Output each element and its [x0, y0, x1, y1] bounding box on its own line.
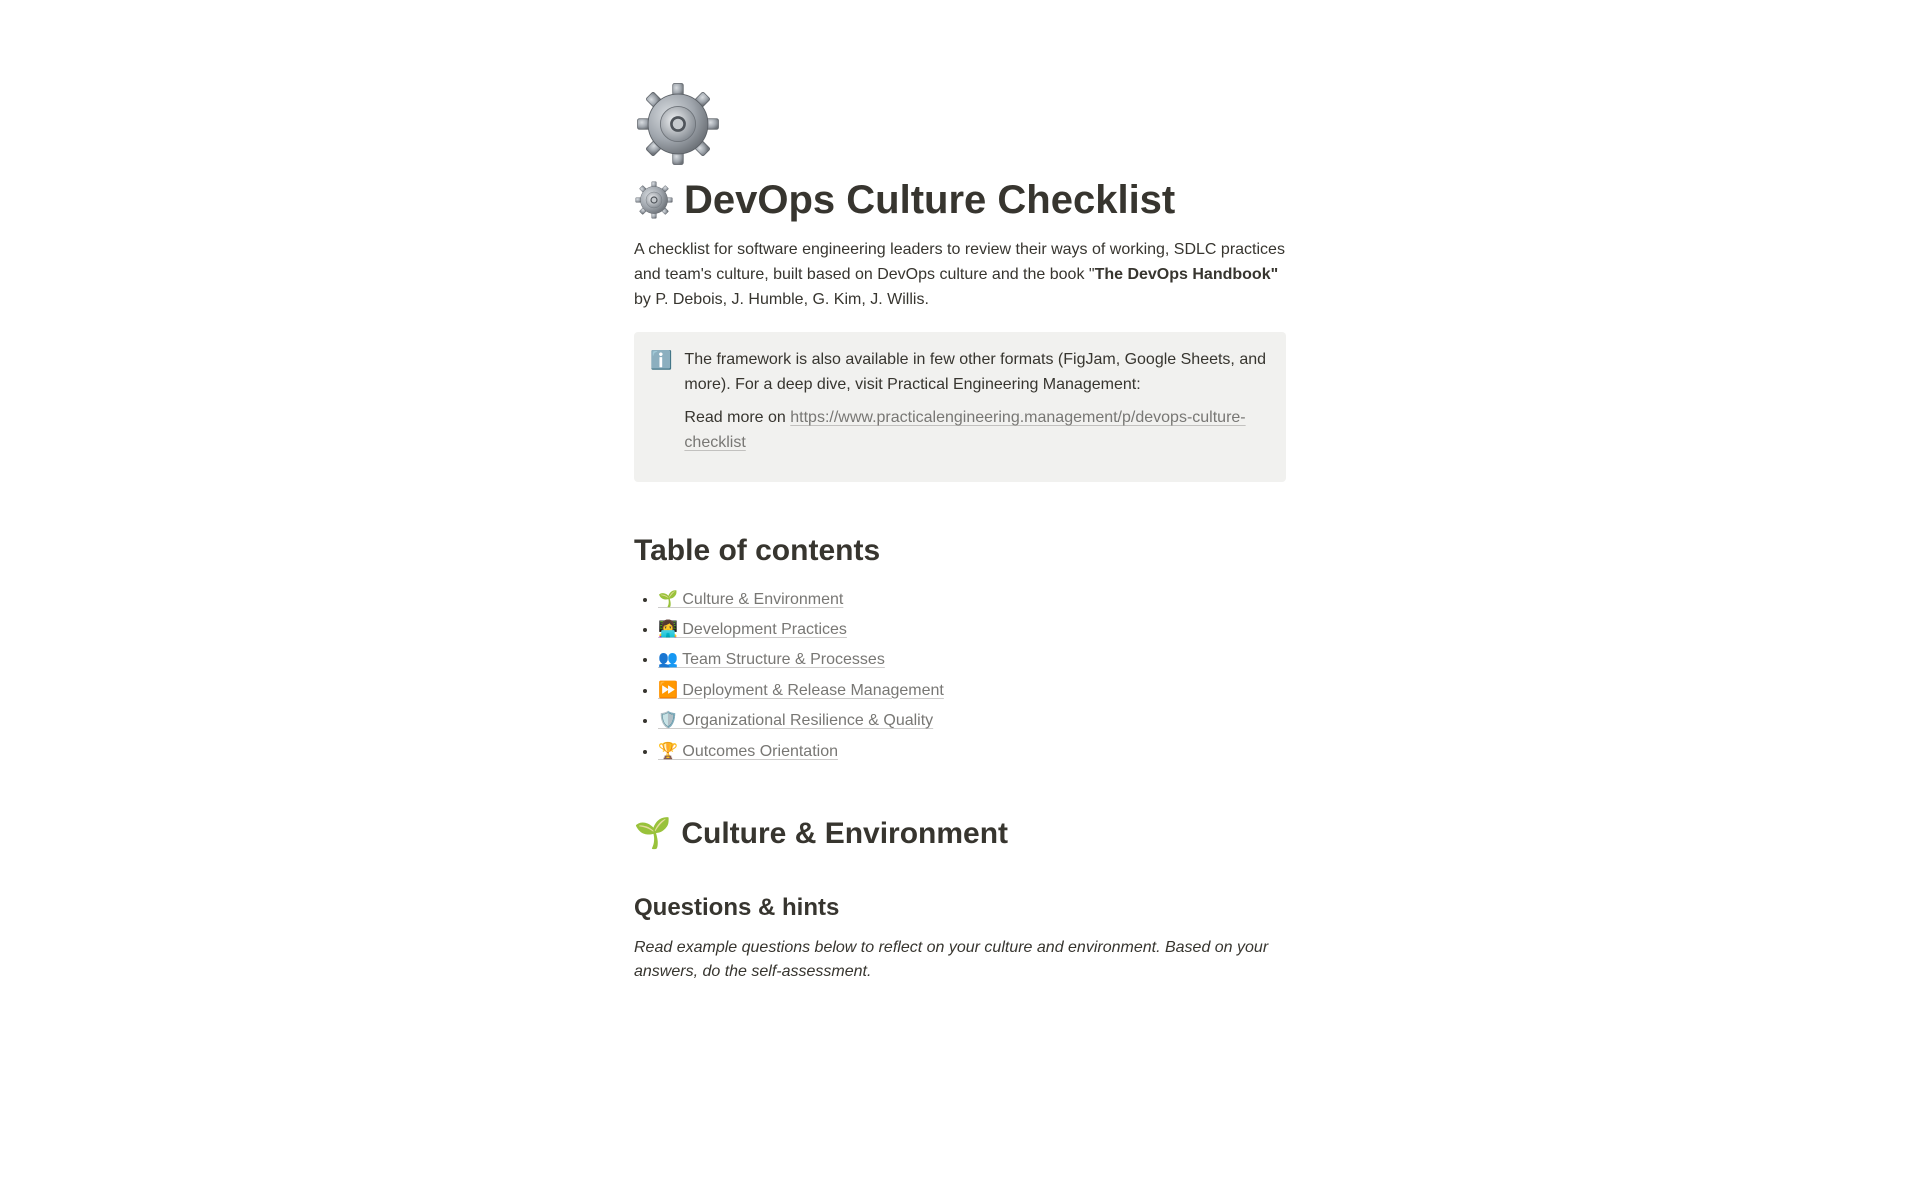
toc-item: 👩‍💻 Development Practices	[658, 615, 1286, 645]
page-title-text: DevOps Culture Checklist	[684, 176, 1175, 224]
toc-link-team-structure[interactable]: 👥 Team Structure & Processes	[658, 651, 885, 668]
intro-bold: The DevOps Handbook"	[1095, 266, 1279, 283]
section-culture-title: Culture & Environment	[681, 811, 1008, 856]
toc-link-deployment[interactable]: ⏩ Deployment & Release Management	[658, 682, 944, 699]
toc-list: 🌱 Culture & Environment 👩‍💻 Development …	[634, 585, 1286, 767]
info-icon: ℹ️	[650, 348, 672, 463]
toc-item: 🏆 Outcomes Orientation	[658, 737, 1286, 767]
page-icon-large	[634, 80, 722, 168]
info-callout: ℹ️ The framework is also available in fe…	[634, 332, 1286, 481]
questions-hints-intro: Read example questions below to reflect …	[634, 936, 1286, 984]
toc-link-culture[interactable]: 🌱 Culture & Environment	[658, 591, 843, 608]
toc-item: 👥 Team Structure & Processes	[658, 645, 1286, 675]
toc-item: 🌱 Culture & Environment	[658, 585, 1286, 615]
questions-hints-heading: Questions & hints	[634, 890, 1286, 926]
callout-line-1: The framework is also available in few o…	[684, 348, 1268, 398]
gear-icon	[634, 80, 722, 168]
section-culture-heading: 🌱 Culture & Environment	[634, 811, 1286, 856]
toc-item: 🛡️ Organizational Resilience & Quality	[658, 706, 1286, 736]
toc-link-resilience[interactable]: 🛡️ Organizational Resilience & Quality	[658, 712, 933, 729]
intro-paragraph: A checklist for software engineering lea…	[634, 238, 1286, 312]
toc-link-dev-practices[interactable]: 👩‍💻 Development Practices	[658, 621, 847, 638]
intro-post: by P. Debois, J. Humble, G. Kim, J. Will…	[634, 291, 929, 308]
gear-icon	[634, 180, 674, 220]
callout-body: The framework is also available in few o…	[684, 348, 1268, 463]
toc-heading: Table of contents	[634, 528, 1286, 573]
toc-item: ⏩ Deployment & Release Management	[658, 676, 1286, 706]
callout-link-prefix: Read more on	[684, 409, 790, 426]
seedling-icon: 🌱	[634, 811, 671, 856]
toc-link-outcomes[interactable]: 🏆 Outcomes Orientation	[658, 743, 838, 760]
document-page: DevOps Culture Checklist A checklist for…	[634, 0, 1286, 1044]
page-title: DevOps Culture Checklist	[634, 176, 1286, 224]
callout-line-2: Read more on https://www.practicalengine…	[684, 406, 1268, 456]
